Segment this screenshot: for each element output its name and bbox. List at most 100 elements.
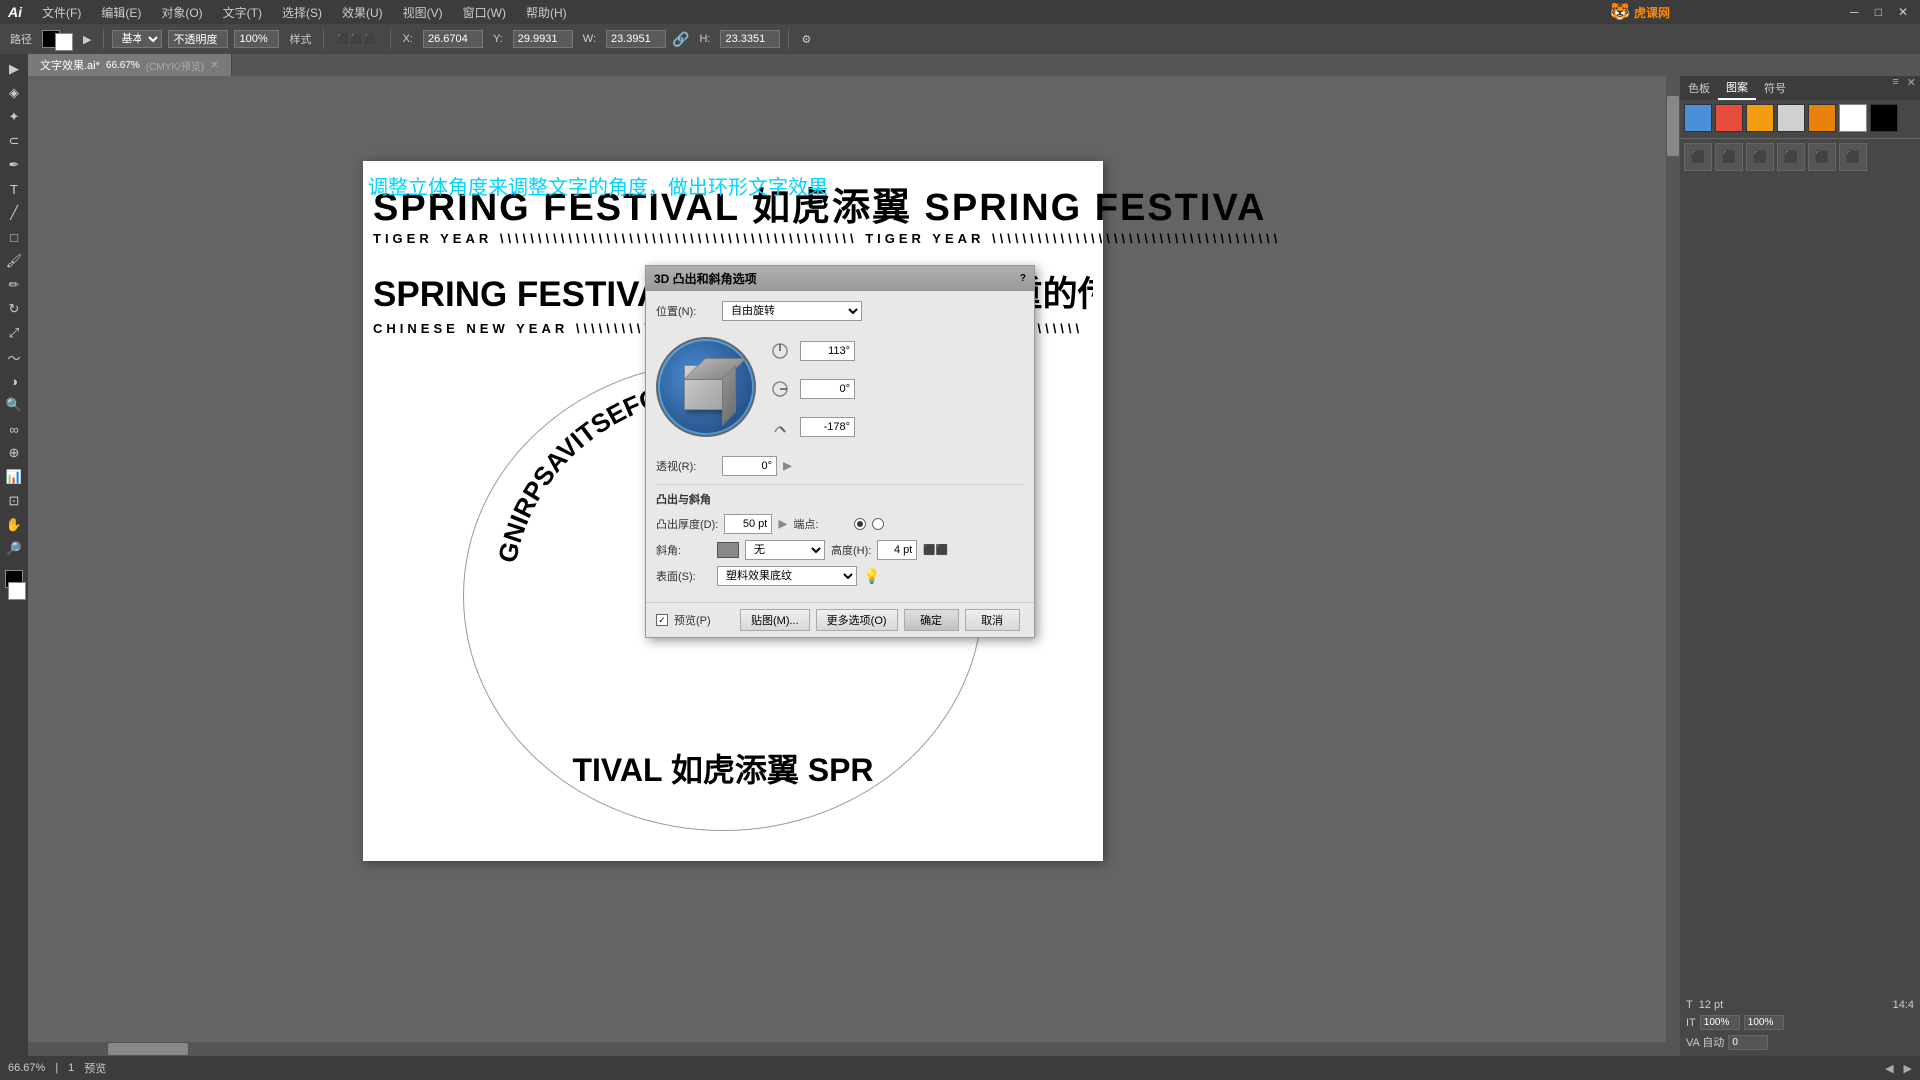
vertical-scrollbar[interactable] bbox=[1666, 76, 1680, 1056]
magic-wand-tool[interactable]: ✦ bbox=[3, 106, 25, 128]
surface-select[interactable]: 塑料效果底纹 bbox=[717, 566, 857, 586]
cancel-btn[interactable]: 取消 bbox=[965, 609, 1020, 631]
pt-input-1[interactable] bbox=[1700, 1015, 1740, 1030]
pencil-tool[interactable]: ✏ bbox=[3, 274, 25, 296]
vertical-scroll-thumb[interactable] bbox=[1667, 96, 1679, 156]
toolbar-w-input[interactable] bbox=[606, 30, 666, 48]
perspective-slider-icon[interactable]: ▸ bbox=[783, 455, 792, 476]
paintbrush-tool[interactable]: 🖌 bbox=[3, 250, 25, 272]
column-chart-tool[interactable]: 📊 bbox=[3, 466, 25, 488]
menu-object[interactable]: 对象(O) bbox=[157, 4, 206, 21]
menu-window[interactable]: 窗口(W) bbox=[459, 4, 510, 21]
pen-tool[interactable]: ✒ bbox=[3, 154, 25, 176]
swatch-orange2[interactable] bbox=[1808, 104, 1836, 132]
toolbar-x-input[interactable] bbox=[423, 30, 483, 48]
toolbar-mode-icon[interactable]: ▶ bbox=[79, 31, 95, 48]
menu-view[interactable]: 视图(V) bbox=[399, 4, 447, 21]
dialog-help-btn[interactable]: ? bbox=[1020, 273, 1026, 284]
color-tab[interactable]: 色板 bbox=[1680, 76, 1718, 100]
scroll-left-btn[interactable]: ◀ bbox=[1885, 1062, 1893, 1075]
panel-menu-btn[interactable]: ≡ bbox=[1888, 76, 1902, 100]
rotate-tool[interactable]: ↻ bbox=[3, 298, 25, 320]
menu-edit[interactable]: 编辑(E) bbox=[97, 4, 145, 21]
angle3-input[interactable] bbox=[800, 417, 855, 437]
rotation-sphere[interactable] bbox=[656, 337, 756, 437]
close-btn[interactable]: ✕ bbox=[1894, 5, 1912, 19]
depth-input[interactable] bbox=[724, 514, 772, 534]
maximize-btn[interactable]: □ bbox=[1871, 5, 1886, 19]
menu-help[interactable]: 帮助(H) bbox=[522, 4, 571, 21]
toolbar-h-input[interactable] bbox=[720, 30, 780, 48]
swatch-settings[interactable] bbox=[1777, 104, 1805, 132]
height-input[interactable] bbox=[877, 540, 917, 560]
pt-input-2[interactable] bbox=[1744, 1015, 1784, 1030]
swatch-red[interactable] bbox=[1715, 104, 1743, 132]
opacity-input[interactable] bbox=[234, 30, 279, 48]
toolbar-more[interactable]: ⚙ bbox=[797, 31, 815, 48]
stroke-dropdown[interactable]: 基本 bbox=[112, 30, 162, 48]
depth-slider-icon[interactable]: ▸ bbox=[778, 513, 787, 534]
angle1-input[interactable] bbox=[800, 341, 855, 361]
angle2-input[interactable] bbox=[800, 379, 855, 399]
line-tool[interactable]: ╱ bbox=[3, 202, 25, 224]
position-select[interactable]: 自由旋转 bbox=[722, 301, 862, 321]
minimize-btn[interactable]: ─ bbox=[1846, 5, 1863, 19]
direct-selection-tool[interactable]: ◈ bbox=[3, 82, 25, 104]
horizontal-scrollbar[interactable] bbox=[28, 1042, 1666, 1056]
horizontal-scroll-thumb[interactable] bbox=[108, 1043, 188, 1055]
sign-tab[interactable]: 符号 bbox=[1756, 76, 1794, 100]
preview-checkbox[interactable]: ✓ bbox=[656, 614, 668, 626]
blend-tool[interactable]: ∞ bbox=[3, 418, 25, 440]
eyedropper-tool[interactable]: 🔍 bbox=[3, 394, 25, 416]
scale-tool[interactable]: ⤢ bbox=[3, 322, 25, 344]
symbol-tab[interactable]: 图案 bbox=[1718, 76, 1756, 100]
panel-close-btn[interactable]: ✕ bbox=[1903, 76, 1920, 100]
swatch-orange[interactable] bbox=[1746, 104, 1774, 132]
rotation-sphere-wrapper[interactable] bbox=[656, 337, 756, 437]
scroll-right-btn[interactable]: ▶ bbox=[1904, 1062, 1912, 1075]
toolbar-y-input[interactable] bbox=[513, 30, 573, 48]
swatch-black[interactable] bbox=[1870, 104, 1898, 132]
hand-tool[interactable]: ✋ bbox=[3, 514, 25, 536]
perspective-input[interactable] bbox=[722, 456, 777, 476]
stroke-color-swatch[interactable] bbox=[55, 33, 73, 51]
menu-effect[interactable]: 效果(U) bbox=[338, 4, 387, 21]
rect-tool[interactable]: □ bbox=[3, 226, 25, 248]
zoom-tool[interactable]: 🔎 bbox=[3, 538, 25, 560]
map-btn[interactable]: 贴图(M)... bbox=[740, 609, 810, 631]
warp-tool[interactable]: 〜 bbox=[3, 346, 25, 368]
more-options-btn[interactable]: 更多选项(O) bbox=[816, 609, 898, 631]
gradient-tool[interactable]: ◑ bbox=[3, 370, 25, 392]
right-panel: 色板 图案 符号 ≡ ✕ ⬛ ⬛ ⬛ ⬛ ⬛ ⬛ T 12 pt 14:4 bbox=[1680, 76, 1920, 1056]
swatch-blue[interactable] bbox=[1684, 104, 1712, 132]
symbol-tool[interactable]: ⊕ bbox=[3, 442, 25, 464]
selection-tool[interactable]: ▶ bbox=[3, 58, 25, 80]
bevel-select[interactable]: 无 bbox=[745, 540, 825, 560]
surface-icon-btn[interactable]: 💡 bbox=[863, 568, 880, 585]
align-left-btn[interactable]: ⬛ bbox=[1684, 143, 1712, 171]
menu-file[interactable]: 文件(F) bbox=[38, 4, 85, 21]
menu-select[interactable]: 选择(S) bbox=[278, 4, 326, 21]
align-top-btn[interactable]: ⬛ bbox=[1777, 143, 1805, 171]
lasso-tool[interactable]: ⊂ bbox=[3, 130, 25, 152]
cap-label: 端点: bbox=[793, 516, 848, 532]
cap-radio-1[interactable] bbox=[854, 518, 866, 530]
artboard-tool[interactable]: ⊡ bbox=[3, 490, 25, 512]
active-tab[interactable]: 文字效果.ai* 66.67% (CMYK/预览) ✕ bbox=[28, 54, 232, 76]
tab-close-btn[interactable]: ✕ bbox=[210, 60, 218, 71]
align-bottom-btn[interactable]: ⬛ bbox=[1839, 143, 1867, 171]
align-vcenter-btn[interactable]: ⬛ bbox=[1808, 143, 1836, 171]
bevel-icons[interactable]: ⬛⬛ bbox=[923, 545, 948, 556]
type-tool[interactable]: T bbox=[3, 178, 25, 200]
align-right-btn[interactable]: ⬛ bbox=[1746, 143, 1774, 171]
link-icon[interactable]: 🔗 bbox=[672, 31, 689, 48]
align-center-btn[interactable]: ⬛ bbox=[1715, 143, 1743, 171]
pt-input-3[interactable] bbox=[1728, 1035, 1768, 1050]
tab-mode: (CMYK/预览) bbox=[146, 58, 204, 73]
menu-text[interactable]: 文字(T) bbox=[219, 4, 266, 21]
swatch-white[interactable] bbox=[1839, 104, 1867, 132]
background-color[interactable] bbox=[8, 582, 26, 600]
cap-radio-2[interactable] bbox=[872, 518, 884, 530]
toolbar-icons[interactable]: ⬛⬛⬛ bbox=[332, 31, 381, 48]
ok-btn[interactable]: 确定 bbox=[904, 609, 959, 631]
